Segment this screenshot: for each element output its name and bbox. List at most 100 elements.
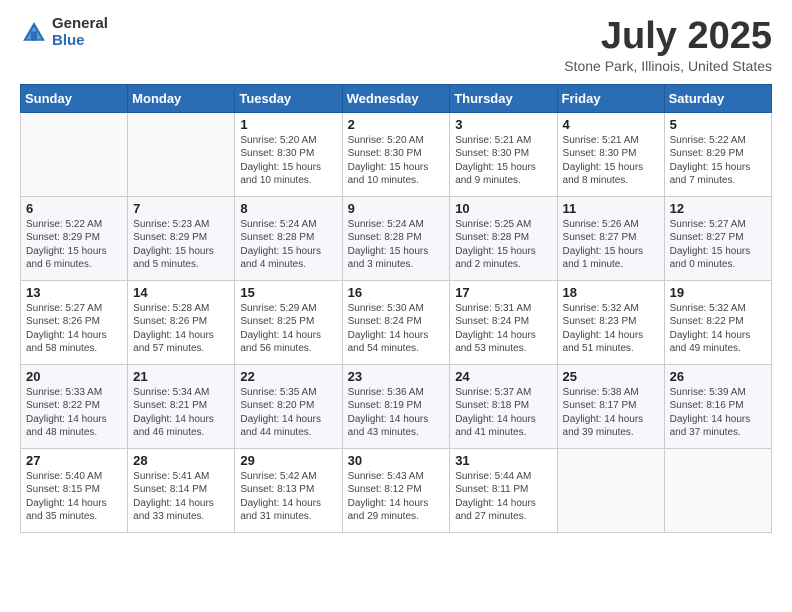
- day-number: 28: [133, 453, 229, 468]
- day-info: Sunrise: 5:20 AM Sunset: 8:30 PM Dayligh…: [240, 134, 336, 188]
- calendar-week-row: 13Sunrise: 5:27 AM Sunset: 8:26 PM Dayli…: [21, 280, 772, 364]
- logo-text: General Blue: [52, 16, 108, 49]
- day-info: Sunrise: 5:30 AM Sunset: 8:24 PM Dayligh…: [348, 302, 445, 356]
- calendar-cell: 1 Sunrise: 5:20 AM Sunset: 8:30 PM Daylig…: [235, 112, 342, 196]
- day-info: Sunrise: 5:27 AM Sunset: 8:27 PM Dayligh…: [670, 218, 766, 272]
- calendar-cell: 20 Sunrise: 5:33 AM Sunset: 8:22 PM Dayli…: [21, 364, 128, 448]
- day-info: Sunrise: 5:38 AM Sunset: 8:17 PM Dayligh…: [563, 386, 659, 440]
- day-info: Sunrise: 5:44 AM Sunset: 8:11 PM Dayligh…: [455, 470, 551, 524]
- calendar-cell: 27Sunrise: 5:40 AM Sunset: 8:15 PM Dayli…: [21, 448, 128, 532]
- calendar-cell: 31 Sunrise: 5:44 AM Sunset: 8:11 PM Dayli…: [450, 448, 557, 532]
- day-number: 19: [670, 285, 766, 300]
- day-info: Sunrise: 5:23 AM Sunset: 8:29 PM Dayligh…: [133, 218, 229, 272]
- day-number: 1: [240, 117, 336, 132]
- calendar-cell: 28 Sunrise: 5:41 AM Sunset: 8:14 PM Dayli…: [128, 448, 235, 532]
- day-info: Sunrise: 5:42 AM Sunset: 8:13 PM Dayligh…: [240, 470, 336, 524]
- calendar-cell: 21 Sunrise: 5:34 AM Sunset: 8:21 PM Dayli…: [128, 364, 235, 448]
- day-info: Sunrise: 5:24 AM Sunset: 8:28 PM Dayligh…: [240, 218, 336, 272]
- page: General Blue July 2025 Stone Park, Illin…: [0, 0, 792, 612]
- calendar-cell: 22 Sunrise: 5:35 AM Sunset: 8:20 PM Dayli…: [235, 364, 342, 448]
- day-number: 23: [348, 369, 445, 384]
- weekday-header: Friday: [557, 84, 664, 112]
- day-info: Sunrise: 5:25 AM Sunset: 8:28 PM Dayligh…: [455, 218, 551, 272]
- logo-blue-text: Blue: [52, 33, 108, 50]
- day-info: Sunrise: 5:31 AM Sunset: 8:24 PM Dayligh…: [455, 302, 551, 356]
- day-number: 15: [240, 285, 336, 300]
- calendar-cell: 2Sunrise: 5:20 AM Sunset: 8:30 PM Daylig…: [342, 112, 450, 196]
- day-number: 20: [26, 369, 122, 384]
- day-info: Sunrise: 5:39 AM Sunset: 8:16 PM Dayligh…: [670, 386, 766, 440]
- day-number: 10: [455, 201, 551, 216]
- day-number: 22: [240, 369, 336, 384]
- day-info: Sunrise: 5:36 AM Sunset: 8:19 PM Dayligh…: [348, 386, 445, 440]
- day-number: 7: [133, 201, 229, 216]
- weekday-header: Sunday: [21, 84, 128, 112]
- day-info: Sunrise: 5:21 AM Sunset: 8:30 PM Dayligh…: [563, 134, 659, 188]
- calendar-cell: 9 Sunrise: 5:24 AM Sunset: 8:28 PM Daylig…: [342, 196, 450, 280]
- calendar-cell: 13Sunrise: 5:27 AM Sunset: 8:26 PM Dayli…: [21, 280, 128, 364]
- logo-general-text: General: [52, 16, 108, 33]
- day-info: Sunrise: 5:32 AM Sunset: 8:23 PM Dayligh…: [563, 302, 659, 356]
- day-info: Sunrise: 5:22 AM Sunset: 8:29 PM Dayligh…: [26, 218, 122, 272]
- day-number: 11: [563, 201, 659, 216]
- calendar-week-row: 27Sunrise: 5:40 AM Sunset: 8:15 PM Dayli…: [21, 448, 772, 532]
- weekday-header: Saturday: [664, 84, 771, 112]
- calendar-cell: 3Sunrise: 5:21 AM Sunset: 8:30 PM Daylig…: [450, 112, 557, 196]
- calendar-week-row: 1 Sunrise: 5:20 AM Sunset: 8:30 PM Daylig…: [21, 112, 772, 196]
- day-info: Sunrise: 5:41 AM Sunset: 8:14 PM Dayligh…: [133, 470, 229, 524]
- day-number: 8: [240, 201, 336, 216]
- day-info: Sunrise: 5:27 AM Sunset: 8:26 PM Dayligh…: [26, 302, 122, 356]
- calendar-cell: 10 Sunrise: 5:25 AM Sunset: 8:28 PM Dayli…: [450, 196, 557, 280]
- calendar-cell: 15Sunrise: 5:29 AM Sunset: 8:25 PM Dayli…: [235, 280, 342, 364]
- calendar-cell: 18 Sunrise: 5:32 AM Sunset: 8:23 PM Dayli…: [557, 280, 664, 364]
- calendar-cell: [128, 112, 235, 196]
- calendar-cell: 6 Sunrise: 5:22 AM Sunset: 8:29 PM Daylig…: [21, 196, 128, 280]
- header: General Blue July 2025 Stone Park, Illin…: [20, 16, 772, 74]
- day-number: 14: [133, 285, 229, 300]
- calendar-cell: [21, 112, 128, 196]
- calendar-cell: 16Sunrise: 5:30 AM Sunset: 8:24 PM Dayli…: [342, 280, 450, 364]
- calendar-cell: 8 Sunrise: 5:24 AM Sunset: 8:28 PM Daylig…: [235, 196, 342, 280]
- logo-icon: [20, 19, 48, 47]
- location: Stone Park, Illinois, United States: [564, 58, 772, 74]
- day-info: Sunrise: 5:43 AM Sunset: 8:12 PM Dayligh…: [348, 470, 445, 524]
- calendar-cell: 25 Sunrise: 5:38 AM Sunset: 8:17 PM Dayli…: [557, 364, 664, 448]
- day-info: Sunrise: 5:37 AM Sunset: 8:18 PM Dayligh…: [455, 386, 551, 440]
- day-number: 24: [455, 369, 551, 384]
- day-info: Sunrise: 5:34 AM Sunset: 8:21 PM Dayligh…: [133, 386, 229, 440]
- calendar-cell: 5Sunrise: 5:22 AM Sunset: 8:29 PM Daylig…: [664, 112, 771, 196]
- day-info: Sunrise: 5:35 AM Sunset: 8:20 PM Dayligh…: [240, 386, 336, 440]
- day-number: 9: [348, 201, 445, 216]
- day-number: 12: [670, 201, 766, 216]
- day-number: 18: [563, 285, 659, 300]
- calendar-cell: [664, 448, 771, 532]
- calendar-cell: 14Sunrise: 5:28 AM Sunset: 8:26 PM Dayli…: [128, 280, 235, 364]
- weekday-header: Thursday: [450, 84, 557, 112]
- calendar-cell: 26 Sunrise: 5:39 AM Sunset: 8:16 PM Dayli…: [664, 364, 771, 448]
- calendar-week-row: 6 Sunrise: 5:22 AM Sunset: 8:29 PM Daylig…: [21, 196, 772, 280]
- day-number: 6: [26, 201, 122, 216]
- day-number: 27: [26, 453, 122, 468]
- title-block: July 2025 Stone Park, Illinois, United S…: [564, 16, 772, 74]
- day-number: 30: [348, 453, 445, 468]
- day-number: 17: [455, 285, 551, 300]
- calendar-cell: [557, 448, 664, 532]
- day-info: Sunrise: 5:32 AM Sunset: 8:22 PM Dayligh…: [670, 302, 766, 356]
- calendar: SundayMondayTuesdayWednesdayThursdayFrid…: [20, 84, 772, 533]
- day-info: Sunrise: 5:33 AM Sunset: 8:22 PM Dayligh…: [26, 386, 122, 440]
- day-number: 26: [670, 369, 766, 384]
- day-info: Sunrise: 5:26 AM Sunset: 8:27 PM Dayligh…: [563, 218, 659, 272]
- day-number: 21: [133, 369, 229, 384]
- day-info: Sunrise: 5:22 AM Sunset: 8:29 PM Dayligh…: [670, 134, 766, 188]
- day-info: Sunrise: 5:24 AM Sunset: 8:28 PM Dayligh…: [348, 218, 445, 272]
- day-number: 31: [455, 453, 551, 468]
- calendar-cell: 17 Sunrise: 5:31 AM Sunset: 8:24 PM Dayli…: [450, 280, 557, 364]
- calendar-cell: 30 Sunrise: 5:43 AM Sunset: 8:12 PM Dayli…: [342, 448, 450, 532]
- day-number: 25: [563, 369, 659, 384]
- day-info: Sunrise: 5:20 AM Sunset: 8:30 PM Dayligh…: [348, 134, 445, 188]
- day-info: Sunrise: 5:21 AM Sunset: 8:30 PM Dayligh…: [455, 134, 551, 188]
- calendar-header-row: SundayMondayTuesdayWednesdayThursdayFrid…: [21, 84, 772, 112]
- calendar-cell: 4Sunrise: 5:21 AM Sunset: 8:30 PM Daylig…: [557, 112, 664, 196]
- calendar-week-row: 20 Sunrise: 5:33 AM Sunset: 8:22 PM Dayli…: [21, 364, 772, 448]
- calendar-cell: 7 Sunrise: 5:23 AM Sunset: 8:29 PM Daylig…: [128, 196, 235, 280]
